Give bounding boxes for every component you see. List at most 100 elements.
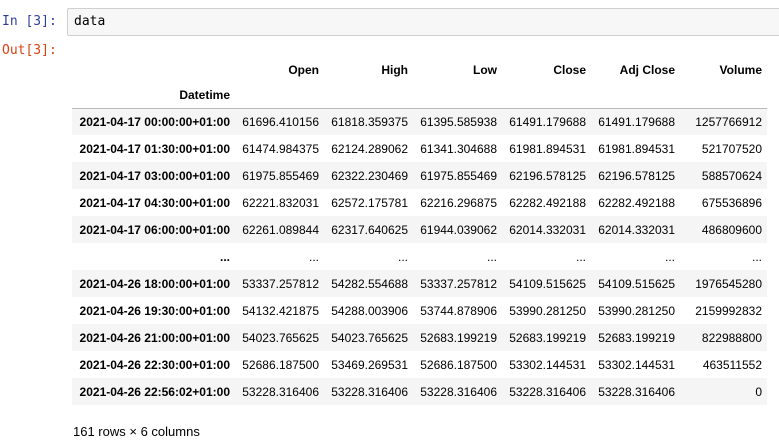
table-cell: 822988800 — [701, 331, 762, 345]
table-cell: 675536896 — [701, 196, 762, 210]
table-cell: 62572.175781 — [331, 196, 408, 210]
table-cell: 588570624 — [701, 169, 762, 183]
table-cell: 52686.187500 — [420, 358, 497, 372]
output-prompt: Out[3]: — [2, 43, 57, 58]
table-cell: 53990.281250 — [598, 304, 675, 318]
table-cell: 61944.039062 — [420, 223, 497, 237]
table-cell: 62216.296875 — [420, 196, 497, 210]
table-row: 2021-04-26 21:00:00+01:00 54023.765625 540… — [72, 324, 767, 351]
row-index: 2021-04-26 22:30:00+01:00 — [79, 358, 230, 372]
table-cell: 53469.269531 — [331, 358, 408, 372]
table-cell: 1976545280 — [695, 277, 762, 291]
table-cell: 61491.179688 — [509, 115, 586, 130]
code-input-area[interactable]: data — [67, 8, 779, 36]
empty-header-cell — [413, 82, 502, 108]
table-row: 2021-04-26 18:00:00+01:00 53337.257812 542… — [72, 270, 767, 297]
table-cell: 62196.578125 — [509, 169, 586, 183]
table-cell: ... — [397, 250, 408, 264]
column-header: Volume — [719, 63, 762, 77]
table-cell: 53337.257812 — [420, 277, 497, 291]
row-index: 2021-04-17 06:00:00+01:00 — [79, 223, 230, 237]
input-prompt: In [3]: — [2, 14, 57, 29]
code-text: data — [74, 14, 106, 29]
index-name: Datetime — [179, 87, 230, 102]
table-cell: 53228.316406 — [598, 385, 675, 399]
table-row: 2021-04-17 04:30:00+01:00 62221.832031 625… — [72, 189, 767, 216]
table-cell: 0 — [755, 385, 762, 399]
table-row: 2021-04-17 06:00:00+01:00 62261.089844 623… — [72, 216, 767, 243]
table-cell: 61975.855469 — [242, 169, 319, 183]
table-cell: ... — [751, 250, 762, 264]
table-cell: 53228.316406 — [420, 385, 497, 399]
table-cell: 53228.316406 — [509, 385, 586, 399]
table-cell: 62196.578125 — [598, 169, 675, 183]
table-cell: 2159992832 — [695, 304, 762, 318]
table-cell: 61975.855469 — [420, 169, 497, 183]
column-header: Close — [553, 63, 586, 77]
table-cell: 52683.199219 — [509, 331, 586, 345]
column-header: Adj Close — [619, 63, 675, 77]
table-cell: 53990.281250 — [509, 304, 586, 318]
row-index: 2021-04-26 19:30:00+01:00 — [79, 304, 230, 318]
row-index: 2021-04-17 00:00:00+01:00 — [79, 115, 230, 130]
table-cell: 61696.410156 — [242, 115, 319, 130]
table-cell: 61491.179688 — [598, 115, 675, 130]
table-cell: 54023.765625 — [331, 331, 408, 345]
table-row: 2021-04-26 19:30:00+01:00 54132.421875 542… — [72, 297, 767, 324]
table-cell: 54109.515625 — [509, 277, 586, 291]
table-row: 2021-04-26 22:56:02+01:00 53228.316406 532… — [72, 378, 767, 405]
column-header: Low — [473, 63, 497, 77]
table-cell: 53302.144531 — [598, 358, 675, 372]
row-index: 2021-04-17 04:30:00+01:00 — [79, 196, 230, 210]
table-cell: 52686.187500 — [242, 358, 319, 372]
column-header-row: Open High Low Close Adj Close Volume — [72, 58, 767, 82]
empty-header-cell — [591, 82, 680, 108]
column-header: Open — [288, 63, 319, 77]
table-cell: 61981.894531 — [509, 142, 586, 156]
table-cell: 61981.894531 — [598, 142, 675, 156]
table-row: 2021-04-17 03:00:00+01:00 61975.855469 623… — [72, 162, 767, 189]
table-cell: 62221.832031 — [242, 196, 319, 210]
table-cell: 54023.765625 — [242, 331, 319, 345]
empty-header-cell — [324, 82, 413, 108]
empty-header-cell — [235, 82, 324, 108]
table-cell: 62124.289062 — [331, 142, 408, 156]
table-cell: ... — [486, 250, 497, 264]
row-index: 2021-04-26 21:00:00+01:00 — [79, 331, 230, 345]
table-cell: ... — [575, 250, 586, 264]
table-cell: 53337.257812 — [242, 277, 319, 291]
table-cell: 54288.003906 — [331, 304, 408, 318]
table-cell: ... — [308, 250, 319, 264]
empty-header-cell — [502, 82, 591, 108]
table-cell: 53302.144531 — [509, 358, 586, 372]
dataframe-table: Open High Low Close Adj Close Volume Dat… — [72, 58, 767, 405]
table-row: 2021-04-17 01:30:00+01:00 61474.984375 621… — [72, 135, 767, 162]
table-cell: 486809600 — [701, 223, 762, 237]
table-cell: ... — [664, 250, 675, 264]
row-index: ... — [219, 250, 230, 264]
table-cell: 521707520 — [701, 142, 762, 156]
table-cell: 61341.304688 — [420, 142, 497, 156]
table-cell: 54109.515625 — [598, 277, 675, 291]
table-cell: 54132.421875 — [242, 304, 319, 318]
table-cell: 62261.089844 — [242, 223, 319, 237]
table-cell: 62282.492188 — [509, 196, 586, 210]
table-cell: 54282.554688 — [331, 277, 408, 291]
table-cell: 62014.332031 — [598, 223, 675, 237]
table-row: 2021-04-17 00:00:00+01:00 61696.410156 618… — [72, 108, 767, 135]
dataframe-shape: 161 rows × 6 columns — [73, 424, 200, 439]
empty-header-cell — [680, 82, 767, 108]
table-cell: 52683.199219 — [420, 331, 497, 345]
table-cell: 53228.316406 — [331, 385, 408, 399]
table-cell: 61818.359375 — [331, 115, 408, 130]
row-index: 2021-04-17 01:30:00+01:00 — [79, 142, 230, 156]
table-cell: 62322.230469 — [331, 169, 408, 183]
table-row: 2021-04-26 22:30:00+01:00 52686.187500 534… — [72, 351, 767, 378]
column-header: High — [381, 63, 408, 77]
table-cell: 61395.585938 — [420, 115, 497, 130]
table-cell: 53744.878906 — [420, 304, 497, 318]
table-cell: 53228.316406 — [242, 385, 319, 399]
row-index: 2021-04-17 03:00:00+01:00 — [79, 169, 230, 183]
table-cell: 52683.199219 — [598, 331, 675, 345]
index-name-row: Datetime — [72, 82, 767, 108]
